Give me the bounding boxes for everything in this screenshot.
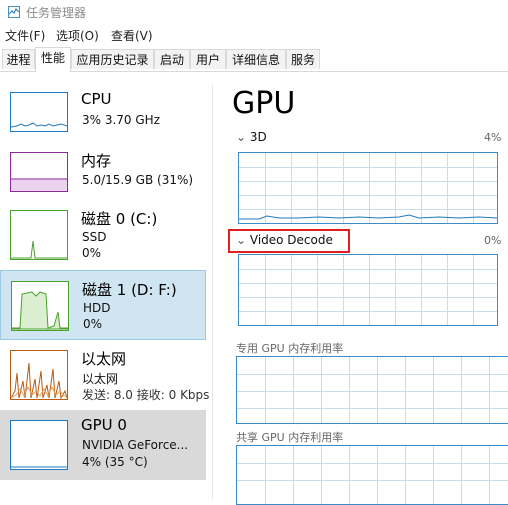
gpu-detail-pane: GPU ⌄ 3D 4% ⌄ Video Decode 0% 专用 GPU 内存利… [214,72,508,505]
shared-memory-label: 共享 GPU 内存利用率 [236,431,344,444]
chevron-down-icon: ⌄ [236,130,250,144]
sidebar-item-usage: 0% [83,317,103,331]
menu-file[interactable]: 文件(F) [5,27,45,44]
engine-3d-percent: 4% [484,131,502,144]
engine-3d-usage-line [239,214,497,220]
memory-thumbnail-graph [10,152,68,192]
page-title: GPU [232,86,296,121]
sidebar-item-name: 磁盘 0 (C:) [81,210,158,228]
engine-3d-label[interactable]: ⌄ 3D [236,130,267,144]
tab-startup[interactable]: 启动 [154,49,190,69]
pane-divider [212,84,213,500]
sidebar-item-detail: SSD [82,230,107,244]
menu-options[interactable]: 选项(O) [56,27,99,44]
tab-processes[interactable]: 进程 [2,49,35,69]
ethernet-thumbnail-graph [10,350,68,400]
sidebar-item-detail: 5.0/15.9 GB (31%) [82,173,194,187]
disk0-thumbnail-graph [10,210,68,260]
menu-bar: 文件(F) 选项(O) 查看(V) [0,26,508,44]
task-manager-icon [8,6,20,18]
sidebar-item-detail: HDD [83,301,111,315]
sidebar-item-detail: 以太网 [82,372,119,386]
sidebar-item-name: 内存 [81,152,112,170]
dedicated-memory-graph [236,356,508,424]
engine-3d-graph [238,152,498,224]
sidebar-item-disk-0[interactable]: 磁盘 0 (C:) SSD 0% [0,200,206,270]
engine-video-decode-percent: 0% [484,234,502,247]
gpu-thumbnail-graph [10,420,68,470]
tab-bar: 进程 性能 应用历史记录 启动 用户 详细信息 服务 [0,47,508,72]
sidebar-item-detail: NVIDIA GeForce... [82,438,189,452]
sidebar-item-ethernet[interactable]: 以太网 以太网 发送: 8.0 接收: 0 Kbps [0,340,210,410]
tab-users[interactable]: 用户 [190,49,226,69]
sidebar-item-usage: 4% (35 °C) [82,455,148,469]
tab-details[interactable]: 详细信息 [226,49,286,69]
dedicated-memory-label: 专用 GPU 内存利用率 [236,342,344,355]
sidebar-item-disk-1[interactable]: 磁盘 1 (D: F:) HDD 0% [0,270,206,340]
tab-services[interactable]: 服务 [286,49,320,69]
sidebar-item-name: CPU [81,90,112,108]
sidebar-item-name: 磁盘 1 (D: F:) [82,281,177,299]
cpu-thumbnail-graph [10,92,68,132]
sidebar-item-name: 以太网 [81,350,127,368]
sidebar-item-throughput: 发送: 8.0 接收: 0 Kbps [82,388,210,402]
window-title: 任务管理器 [26,6,87,20]
resource-sidebar: CPU 3% 3.70 GHz 内存 5.0/15.9 GB (31%) 磁盘 … [0,72,210,500]
engine-video-decode-graph [238,254,498,326]
sidebar-item-usage: 0% [82,246,102,260]
shared-memory-graph [236,445,508,505]
disk1-thumbnail-graph [11,281,69,331]
sidebar-item-detail: 3% 3.70 GHz [82,113,161,127]
title-bar: 任务管理器 [0,0,508,24]
menu-view[interactable]: 查看(V) [111,27,153,44]
video-decode-highlight-box [228,229,350,253]
tab-app-history[interactable]: 应用历史记录 [71,49,154,69]
sidebar-item-gpu-0[interactable]: GPU 0 NVIDIA GeForce... 4% (35 °C) [0,410,206,480]
sidebar-item-name: GPU 0 [81,416,127,434]
tab-performance[interactable]: 性能 [35,47,71,72]
